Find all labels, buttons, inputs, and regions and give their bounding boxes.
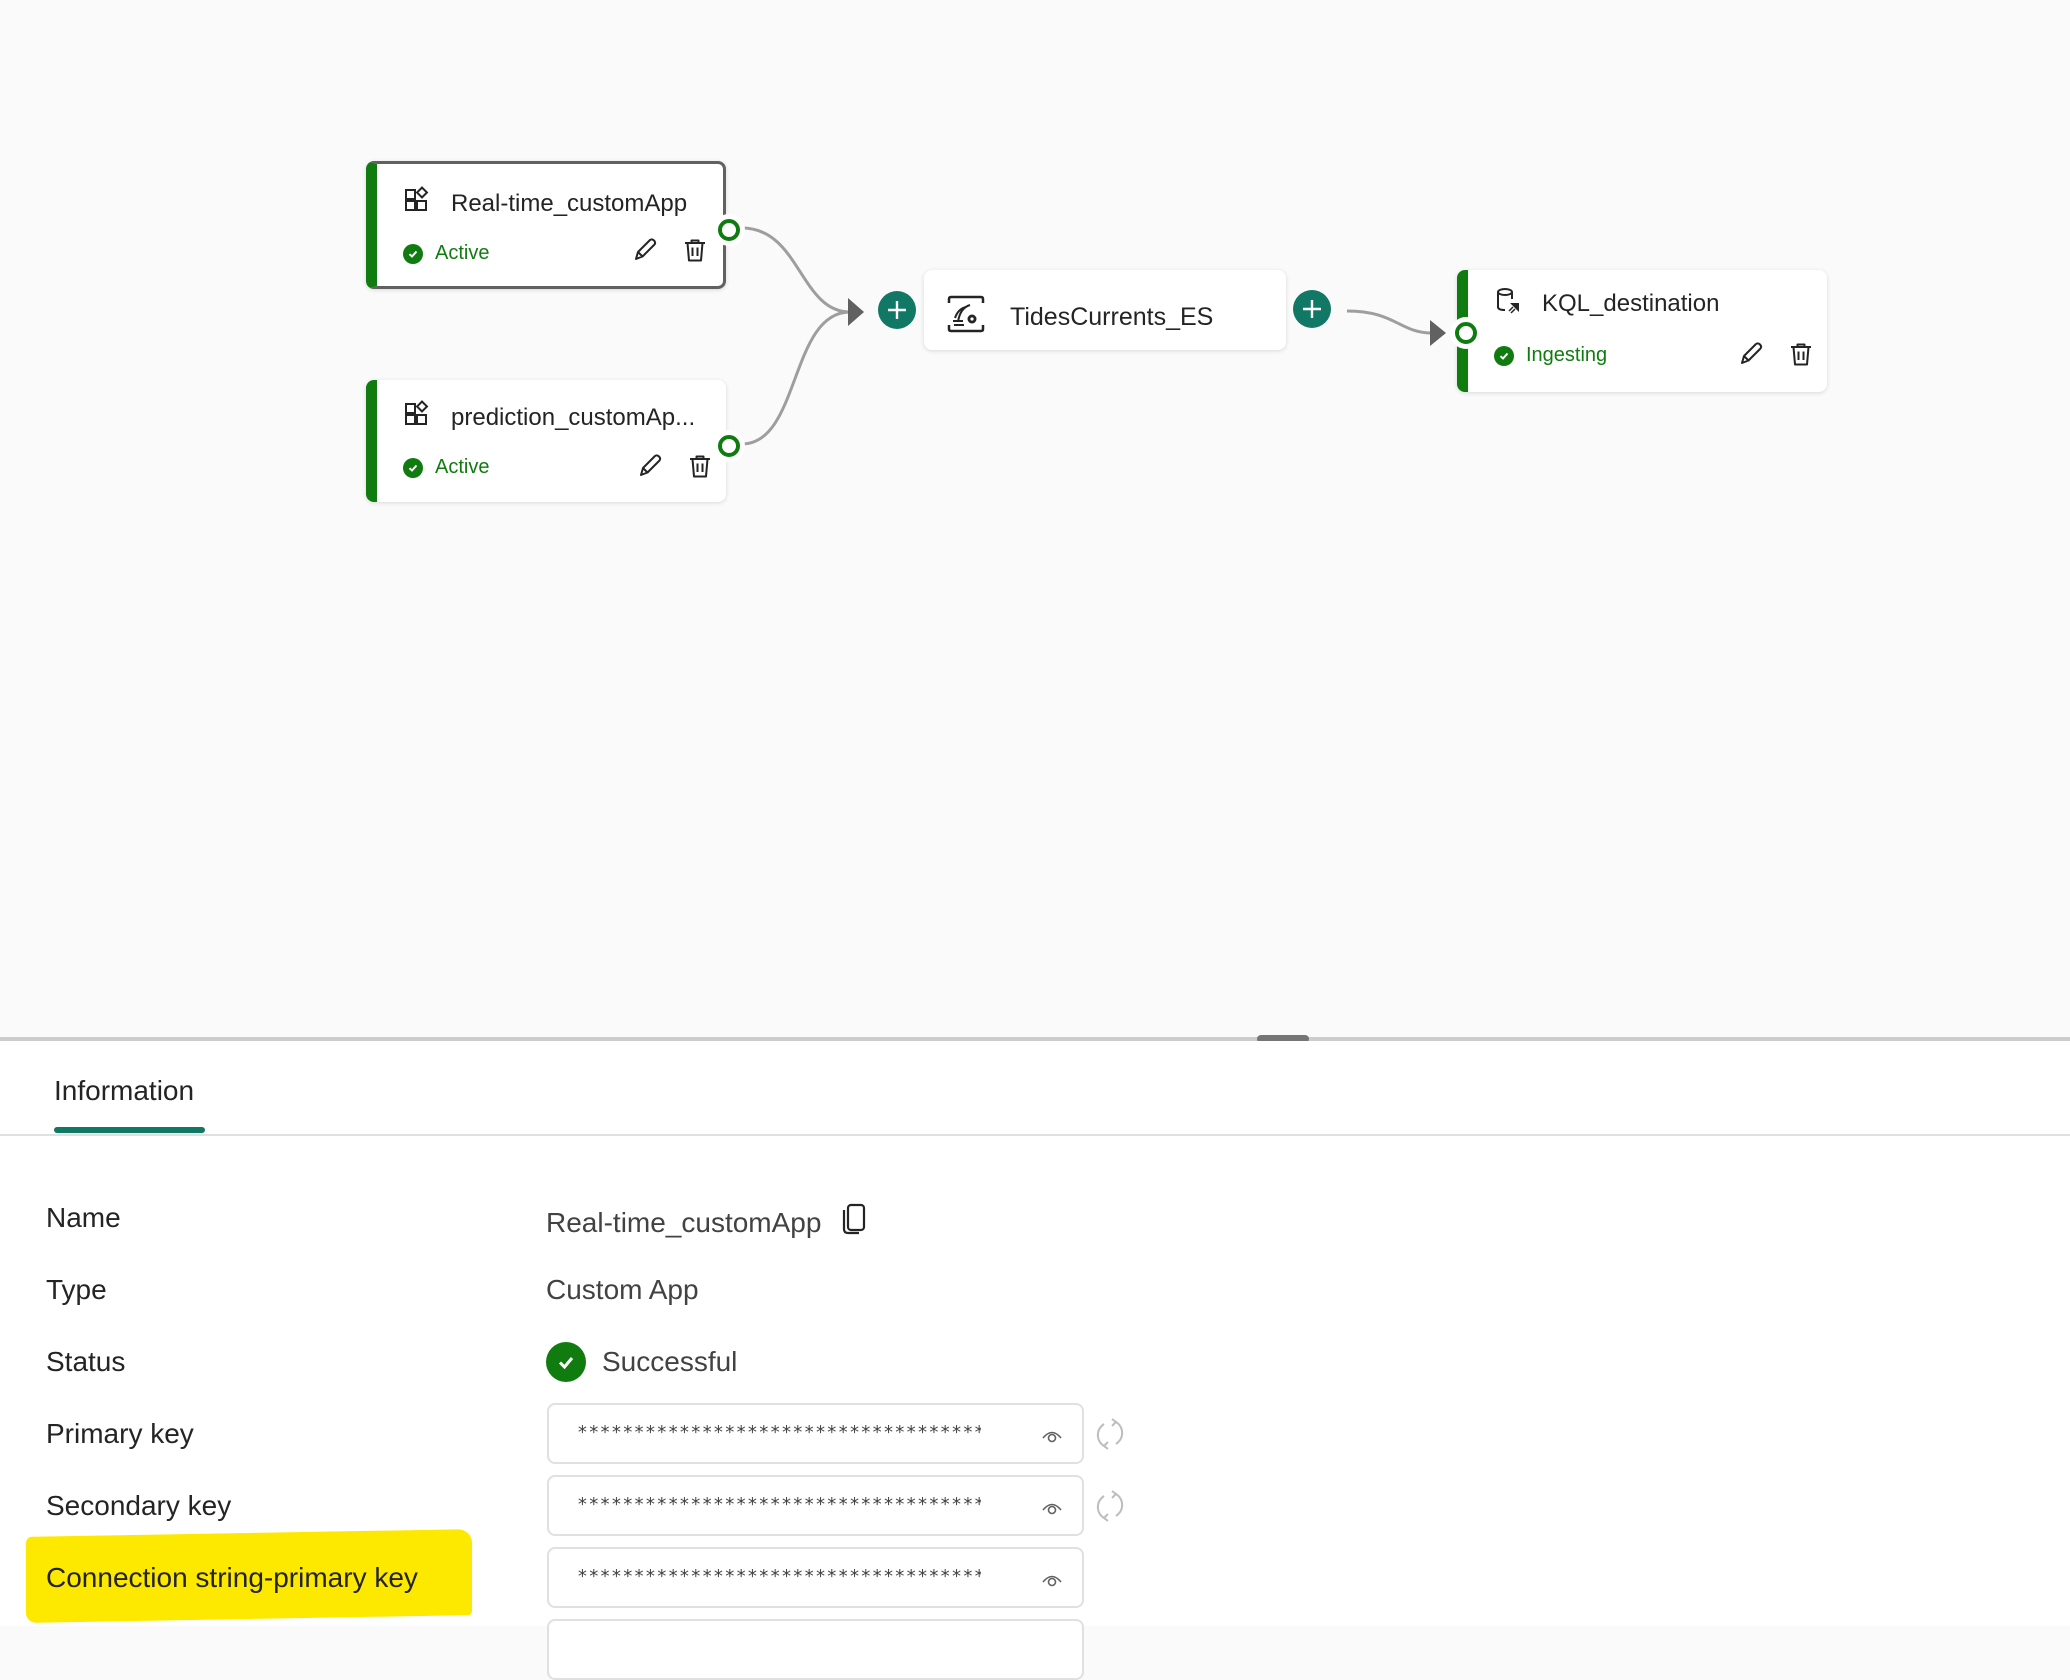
status-value: Successful: [602, 1346, 738, 1377]
name-value: Real-time_customApp: [546, 1206, 822, 1238]
kql-database-icon: [1494, 286, 1522, 321]
eventstream-node[interactable]: TidesCurrents_ES: [924, 270, 1286, 350]
node-title: Real-time_customApp: [451, 189, 688, 217]
edit-icon[interactable]: [631, 236, 659, 269]
connection-string-primary-value: *************************************: [577, 1566, 981, 1587]
input-port-kql[interactable]: [1455, 322, 1477, 344]
tab-information[interactable]: Information: [54, 1075, 194, 1107]
add-icon: [1303, 300, 1321, 318]
show-key-icon[interactable]: [1040, 1423, 1064, 1447]
add-destination-button[interactable]: [1293, 290, 1331, 328]
primary-key-value: *************************************: [577, 1422, 981, 1443]
eventstream-icon: [946, 294, 986, 341]
edge-realtime-to-stream: [741, 226, 851, 314]
label-type: Type: [46, 1274, 107, 1305]
source-node-realtime-customapp[interactable]: Real-time_customApp Active: [366, 161, 726, 289]
connection-string-secondary-field[interactable]: [547, 1619, 1084, 1680]
add-source-button[interactable]: [878, 291, 916, 329]
arrowhead-stream-in: [848, 298, 864, 326]
connector-layer: [741, 226, 1446, 446]
eventstream-canvas[interactable]: Real-time_customApp Active prediction_cu…: [0, 0, 2070, 1038]
edit-icon[interactable]: [1737, 340, 1765, 373]
label-name: Name: [46, 1202, 121, 1233]
output-port-realtime[interactable]: [718, 219, 740, 241]
status-check-icon: [403, 243, 423, 264]
label-connection-string-primary: Connection string-primary key: [46, 1562, 418, 1593]
tab-bar-divider: [0, 1134, 2070, 1136]
custom-app-icon: [403, 186, 431, 221]
value-status: Successful: [546, 1342, 737, 1382]
success-check-icon: [546, 1342, 586, 1382]
node-title: prediction_customAp...: [451, 403, 696, 431]
source-node-prediction-customapp[interactable]: prediction_customAp... Active: [366, 380, 726, 502]
edge-prediction-to-stream: [741, 310, 851, 446]
show-key-icon[interactable]: [1040, 1495, 1064, 1519]
delete-icon[interactable]: [681, 236, 709, 269]
node-status: Ingesting: [1526, 344, 1608, 366]
active-tab-indicator: [54, 1127, 205, 1133]
regenerate-secondary-key-icon[interactable]: [1094, 1488, 1126, 1524]
arrowhead-destination-in: [1430, 320, 1446, 346]
custom-app-icon: [403, 400, 431, 435]
label-secondary-key: Secondary key: [46, 1490, 232, 1521]
label-primary-key: Primary key: [46, 1418, 194, 1449]
output-port-prediction[interactable]: [718, 435, 740, 457]
destination-node-kql[interactable]: KQL_destination Ingesting: [1457, 270, 1827, 392]
copy-icon[interactable]: [839, 1202, 869, 1243]
status-check-icon: [403, 457, 423, 478]
connection-string-primary-field[interactable]: *************************************: [547, 1547, 1084, 1608]
status-check-icon: [1494, 345, 1514, 366]
value-name: Real-time_customApp: [546, 1202, 869, 1243]
node-title: KQL_destination: [1542, 289, 1720, 317]
eventstream-name: TidesCurrents_ES: [1010, 303, 1214, 331]
label-status: Status: [46, 1346, 126, 1377]
node-status: Active: [435, 242, 490, 264]
secondary-key-field[interactable]: *************************************: [547, 1475, 1084, 1536]
show-key-icon[interactable]: [1040, 1567, 1064, 1591]
secondary-key-value: *************************************: [577, 1494, 981, 1515]
regenerate-primary-key-icon[interactable]: [1094, 1416, 1126, 1452]
edge-stream-to-destination: [1346, 309, 1433, 335]
node-status: Active: [435, 456, 490, 478]
value-type: Custom App: [546, 1274, 699, 1305]
edit-icon[interactable]: [636, 452, 664, 485]
delete-icon[interactable]: [686, 452, 714, 485]
primary-key-field[interactable]: *************************************: [547, 1403, 1084, 1464]
add-icon: [888, 301, 906, 319]
delete-icon[interactable]: [1787, 340, 1815, 373]
